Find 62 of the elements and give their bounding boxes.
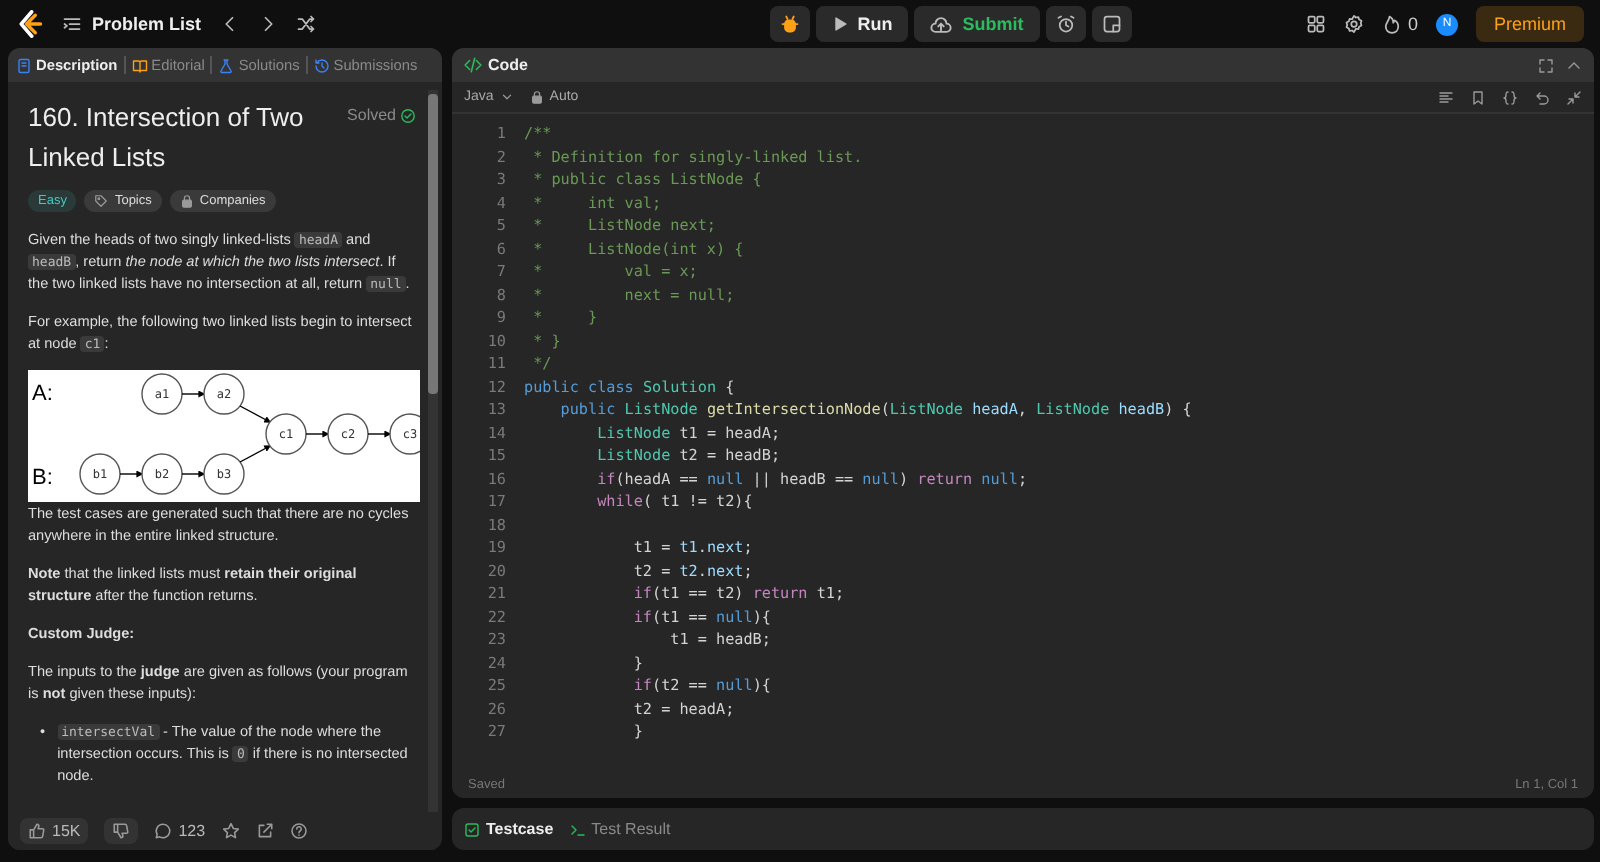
checkbox-icon	[464, 821, 480, 837]
note-icon	[1101, 14, 1122, 34]
problem-title: 160. Intersection of Two Linked Lists	[28, 100, 306, 176]
help-icon[interactable]	[289, 822, 308, 840]
list-label: A:	[32, 382, 53, 406]
arrow	[181, 390, 206, 398]
bug-icon	[779, 14, 800, 34]
arrow	[239, 445, 272, 463]
code-tab[interactable]: Code	[464, 56, 528, 74]
collapse-icon[interactable]	[1566, 89, 1582, 105]
run-button[interactable]: Run	[815, 6, 909, 42]
comment-icon[interactable]	[154, 822, 173, 840]
like-button[interactable]: 15K	[20, 818, 89, 844]
timer-button[interactable]	[1045, 6, 1086, 42]
lock-icon	[529, 90, 544, 104]
panel-tab[interactable]: Testcase	[464, 820, 554, 838]
arrow	[305, 430, 330, 438]
flame-icon	[1381, 14, 1402, 34]
list-label: B:	[32, 466, 53, 490]
terminal-icon	[569, 821, 586, 837]
code-icon	[464, 56, 482, 74]
problem-list-link[interactable]: Problem List	[62, 14, 202, 34]
solved-status: Solved	[347, 106, 396, 124]
book-icon	[131, 57, 148, 73]
star-icon[interactable]	[221, 822, 240, 840]
shuffle-icon[interactable]	[295, 14, 316, 34]
settings-icon[interactable]	[1343, 14, 1364, 34]
logo-icon[interactable]	[16, 10, 44, 38]
chevron-up-icon[interactable]	[1566, 57, 1582, 73]
streak-count: 0	[1407, 14, 1418, 34]
arrow	[119, 470, 144, 478]
thumbs-up-icon	[28, 822, 46, 840]
history-icon	[313, 57, 330, 73]
dislike-button[interactable]	[104, 818, 139, 844]
flask-icon	[218, 57, 235, 73]
notes-button[interactable]	[1091, 6, 1132, 42]
play-icon	[831, 16, 848, 32]
panel-tab[interactable]: Test Result	[569, 820, 671, 838]
braces-icon[interactable]	[1502, 89, 1518, 105]
debug-button[interactable]	[769, 6, 810, 42]
arrow	[239, 405, 272, 423]
tag-icon	[94, 194, 109, 208]
arrow	[181, 470, 206, 478]
undo-icon[interactable]	[1534, 89, 1550, 105]
thumbs-down-icon	[112, 822, 131, 840]
check-circle-icon	[400, 107, 416, 123]
bookmark-icon[interactable]	[1470, 89, 1486, 105]
chevron-down-icon	[499, 90, 514, 104]
comment-count: 123	[178, 822, 206, 840]
submit-button[interactable]: Submit	[914, 6, 1040, 42]
alarm-clock-icon	[1055, 14, 1076, 34]
cloud-upload-icon	[930, 13, 953, 35]
fullscreen-icon[interactable]	[1538, 57, 1554, 73]
list-icon	[62, 14, 82, 34]
grid-icon[interactable]	[1305, 14, 1326, 34]
premium-button[interactable]: Premium	[1475, 6, 1584, 42]
share-icon[interactable]	[255, 822, 274, 840]
scrollbar-thumb[interactable]	[428, 94, 438, 394]
document-icon	[16, 57, 32, 73]
lock-icon	[179, 194, 194, 208]
format-icon[interactable]	[1438, 89, 1454, 105]
arrow	[367, 430, 392, 438]
